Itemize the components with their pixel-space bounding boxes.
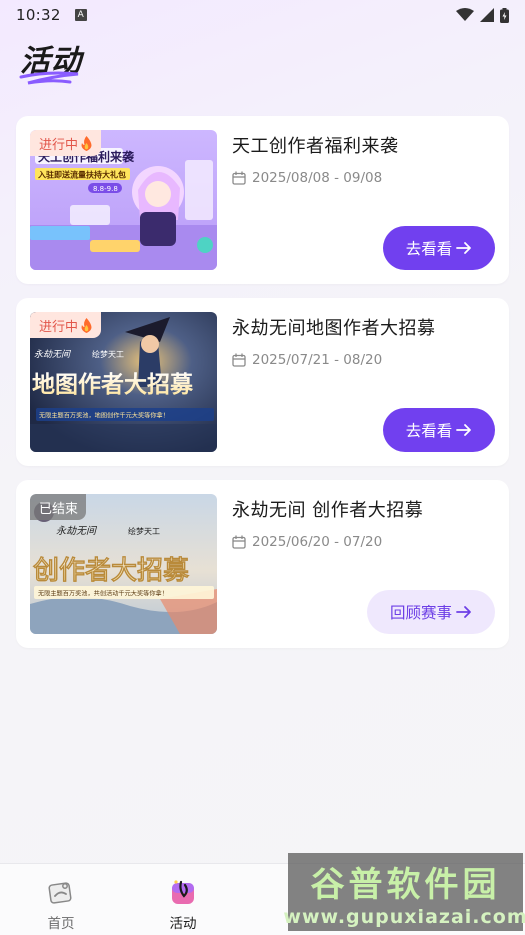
flame-icon [81,317,92,333]
view-activity-button-label: 去看看 [405,422,453,440]
thumb3-brand2: 绘梦天工 [128,526,160,536]
tab-home-label: 首页 [47,916,75,932]
activity-card[interactable]: 永劫无间 绘梦天工 地图作者大招募 无限主题百万奖池，地图创作千元大奖等你拿！ … [16,298,509,466]
thumb3-headline: 创作者大招募 [32,556,190,586]
activity-title: 永劫无间 创作者大招募 [232,500,424,521]
flame-icon [81,135,92,151]
thumb1-sub: 入驻即送流量扶持大礼包 [37,170,126,180]
view-activity-button-label: 去看看 [405,240,453,258]
calendar-icon [232,171,246,185]
view-activity-button[interactable]: 去看看 [383,408,495,452]
thumb3-sub: 无限主题百万奖池，共创活动千元大奖等你拿！ [38,590,168,598]
status-icons [456,7,509,23]
review-event-button-label: 回顾赛事 [389,604,452,622]
status-badge: 进行中 [30,312,102,338]
calendar-icon [232,535,246,549]
activity-date-text: 2025/06/20 - 07/20 [252,534,383,550]
tab-activity[interactable]: 活动 [122,864,244,935]
thumb3-brand: 永劫无间 [56,525,98,537]
thumb2-brand2: 绘梦天工 [92,349,124,359]
status-badge: 进行中 [30,130,102,156]
activity-thumbnail[interactable]: 永劫无间 绘梦天工 创作者大招募 无限主题百万奖池，共创活动千元大奖等你拿！ 已… [30,494,217,634]
activity-card[interactable]: 永劫无间 绘梦天工 创作者大招募 无限主题百万奖池，共创活动千元大奖等你拿！ 已… [16,480,509,648]
activity-title: 天工创作者福利来袭 [232,136,399,157]
status-badge-label: 进行中 [39,319,79,335]
arrow-right-icon [456,242,472,254]
battery-icon [500,7,509,23]
thumb2-brand: 永劫无间 [34,349,71,360]
calendar-icon [232,353,246,367]
tab-home[interactable]: 首页 [0,864,122,935]
activity-thumbnail[interactable]: 天工创作福利来袭 入驻即送流量扶持大礼包 8.8-9.8 进行中 [30,130,217,270]
activity-title: 永劫无间地图作者大招募 [232,318,436,339]
home-icon [48,882,72,904]
thumb2-headline: 地图作者大招募 [32,371,194,398]
activity-date: 2025/06/20 - 07/20 [232,534,382,550]
activity-list: 天工创作福利来袭 入驻即送流量扶持大礼包 8.8-9.8 进行中 天工创作者福利… [16,116,509,662]
activity-icon [172,880,194,904]
watermark-logo: 谷普软件园 www.gupuxiazai.com [283,853,525,931]
review-event-button[interactable]: 回顾赛事 [367,590,495,634]
arrow-right-icon [456,606,471,618]
status-badge-label: 进行中 [39,137,79,153]
wifi-icon [456,8,474,21]
arrow-right-icon [456,424,472,436]
status-bar: 10:32 A [0,0,525,30]
watermark-title: 谷普软件园 [310,864,501,905]
activity-date-text: 2025/08/08 - 09/08 [252,170,383,186]
thumb2-sub: 无限主题百万奖池，地图创作千元大奖等你拿！ [39,412,169,420]
status-badge: 已结束 [30,494,87,520]
status-badge-label: 已结束 [39,501,79,517]
notification-a-icon: A [74,9,87,21]
view-activity-button[interactable]: 去看看 [383,226,495,270]
activity-date: 2025/07/21 - 08/20 [232,352,382,368]
status-time: 10:32 [16,6,61,24]
tab-activity-label: 活动 [169,916,197,932]
thumb1-dates: 8.8-9.8 [93,185,118,193]
activity-date: 2025/08/08 - 09/08 [232,170,382,186]
activity-card[interactable]: 天工创作福利来袭 入驻即送流量扶持大礼包 8.8-9.8 进行中 天工创作者福利… [16,116,509,284]
watermark-url: www.gupuxiazai.com [283,905,525,928]
activity-date-text: 2025/07/21 - 08/20 [252,352,383,368]
signal-icon [480,8,494,22]
activity-thumbnail[interactable]: 永劫无间 绘梦天工 地图作者大招募 无限主题百万奖池，地图创作千元大奖等你拿！ … [30,312,217,452]
title-underline-decoration [19,71,79,85]
